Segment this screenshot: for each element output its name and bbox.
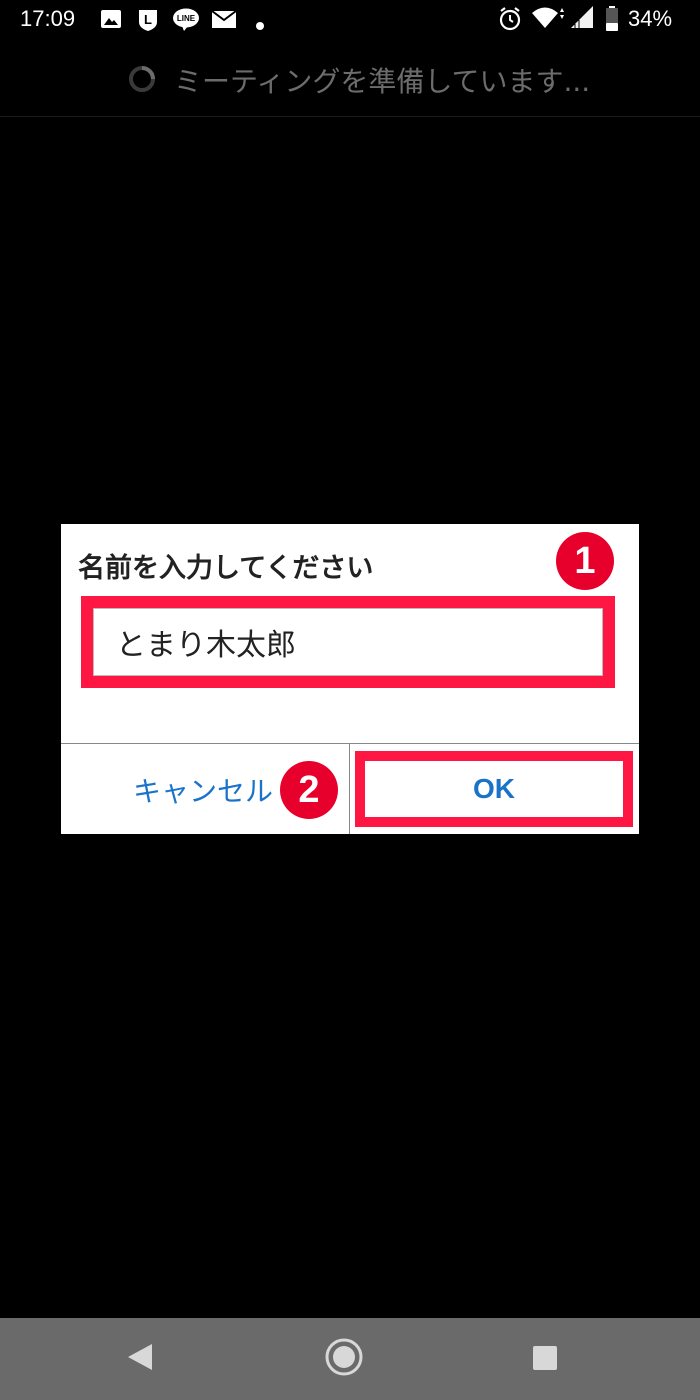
- name-input[interactable]: とまり木太郎: [93, 608, 603, 676]
- button-divider: [349, 744, 350, 834]
- image-icon: [100, 8, 122, 34]
- status-time: 17:09: [20, 6, 76, 31]
- alarm-icon: [498, 6, 522, 36]
- ok-button[interactable]: OK: [365, 761, 623, 817]
- step-badge-1: 1: [556, 532, 614, 590]
- mail-icon: [211, 8, 237, 34]
- wifi-icon: [532, 6, 566, 34]
- meeting-header: ミーティングを準備しています...: [0, 40, 700, 117]
- ok-button-highlight: OK: [355, 751, 633, 827]
- svg-text:LINE: LINE: [177, 14, 196, 23]
- step-badge-2: 2: [280, 761, 338, 819]
- loading-spinner-icon: [128, 65, 156, 97]
- status-bar: 17:09 L LINE 34%: [0, 0, 700, 40]
- battery-percent: 34%: [628, 6, 673, 31]
- back-icon[interactable]: [126, 1342, 154, 1376]
- cancel-label: キャンセル: [133, 775, 274, 808]
- line-app-icon: LINE: [172, 8, 200, 36]
- meeting-status-text: ミーティングを準備しています...: [174, 65, 591, 98]
- dot-icon: [256, 15, 264, 34]
- recents-icon[interactable]: [532, 1345, 558, 1375]
- home-icon[interactable]: [324, 1337, 364, 1381]
- dialog-title: 名前を入力してください: [78, 553, 374, 584]
- l-app-icon: L: [136, 8, 160, 36]
- navigation-bar: [0, 1318, 700, 1400]
- svg-text:L: L: [144, 12, 152, 27]
- name-input-highlight: とまり木太郎: [81, 596, 615, 688]
- name-entry-dialog: 名前を入力してください 1 とまり木太郎 キャンセル 2 OK: [61, 524, 639, 834]
- battery-icon: [605, 6, 619, 36]
- signal-icon: [569, 6, 595, 34]
